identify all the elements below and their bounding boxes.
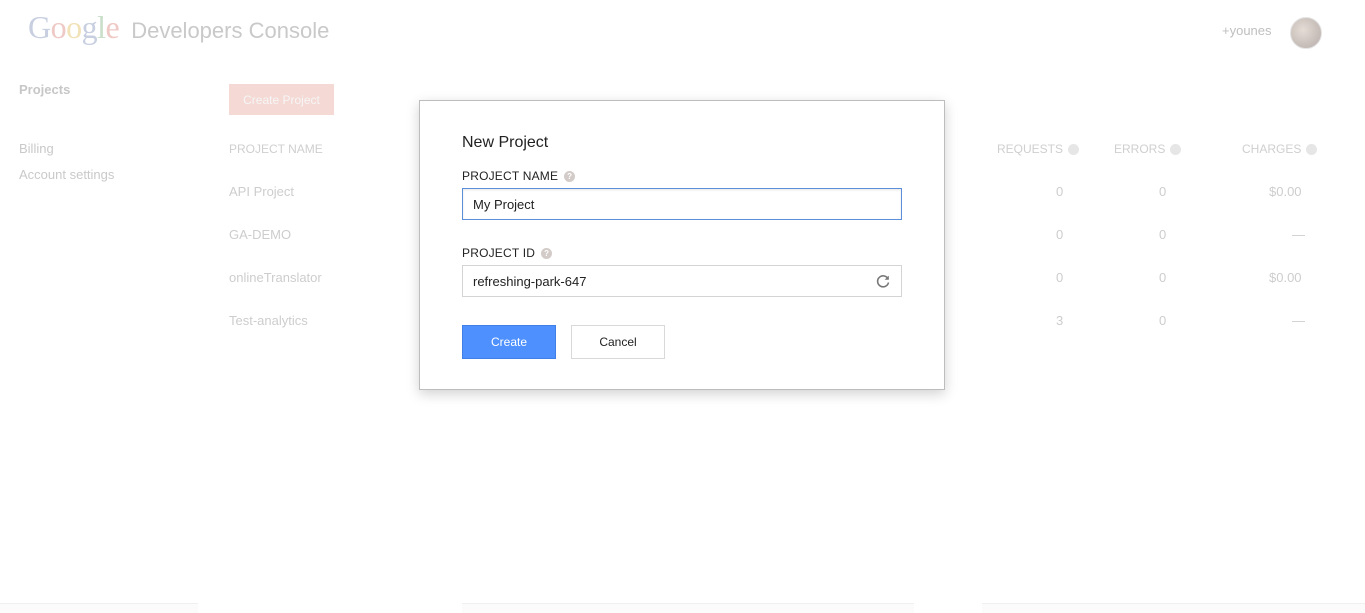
sidebar-item-billing[interactable]: Billing (19, 141, 54, 156)
errors-value: 0 (1159, 313, 1167, 328)
project-id-field[interactable]: refreshing-park-647 (462, 265, 902, 297)
project-name-link[interactable]: onlineTranslator (229, 270, 322, 285)
column-header-errors: ERRORS (1114, 142, 1182, 156)
sidebar-item-projects[interactable]: Projects (19, 82, 70, 97)
column-header-charges: CHARGES (1242, 142, 1318, 156)
dialog-title: New Project (462, 134, 549, 151)
create-button[interactable]: Create (462, 325, 556, 359)
requests-value: 0 (1056, 270, 1064, 285)
project-id-value: refreshing-park-647 (473, 273, 587, 289)
cancel-button[interactable]: Cancel (571, 325, 665, 359)
google-developers-console-logo[interactable]: Google Developers Console (28, 9, 329, 46)
requests-value: 0 (1056, 227, 1064, 242)
sidebar-item-account-settings[interactable]: Account settings (19, 167, 114, 182)
project-name-link[interactable]: GA-DEMO (229, 227, 291, 242)
requests-value: 3 (1056, 313, 1064, 328)
project-name-input[interactable] (462, 188, 902, 220)
help-icon[interactable] (1306, 143, 1318, 155)
errors-value: 0 (1159, 270, 1167, 285)
create-project-button[interactable]: Create Project (229, 84, 334, 115)
project-name-link[interactable]: Test-analytics (229, 313, 308, 328)
refresh-icon[interactable] (875, 273, 891, 289)
help-icon[interactable]: ? (541, 247, 553, 259)
charges-value: $0.00 (1269, 270, 1302, 285)
help-icon[interactable] (1170, 143, 1182, 155)
project-name-label: PROJECT NAME ? (462, 169, 576, 183)
product-name: Developers Console (131, 18, 330, 43)
column-header-requests: REQUESTS (997, 142, 1080, 156)
bottom-panel (0, 603, 198, 613)
avatar[interactable] (1290, 17, 1322, 49)
charges-value: — (1292, 313, 1305, 328)
charges-value: $0.00 (1269, 184, 1302, 199)
project-name-link[interactable]: API Project (229, 184, 294, 199)
header: Google Developers Console +younes (0, 0, 1365, 56)
help-icon[interactable]: ? (564, 170, 576, 182)
user-profile-link[interactable]: +younes (1222, 23, 1272, 38)
bottom-panel (462, 603, 914, 613)
charges-value: — (1292, 227, 1305, 242)
new-project-dialog: New Project PROJECT NAME ? PROJECT ID ? … (419, 100, 945, 390)
errors-value: 0 (1159, 184, 1167, 199)
errors-value: 0 (1159, 227, 1167, 242)
column-header-project-name: PROJECT NAME (229, 142, 323, 156)
help-icon[interactable] (1068, 143, 1080, 155)
project-id-label: PROJECT ID ? (462, 246, 553, 260)
requests-value: 0 (1056, 184, 1064, 199)
bottom-panel (982, 603, 1365, 613)
google-wordmark: Google (28, 9, 120, 45)
